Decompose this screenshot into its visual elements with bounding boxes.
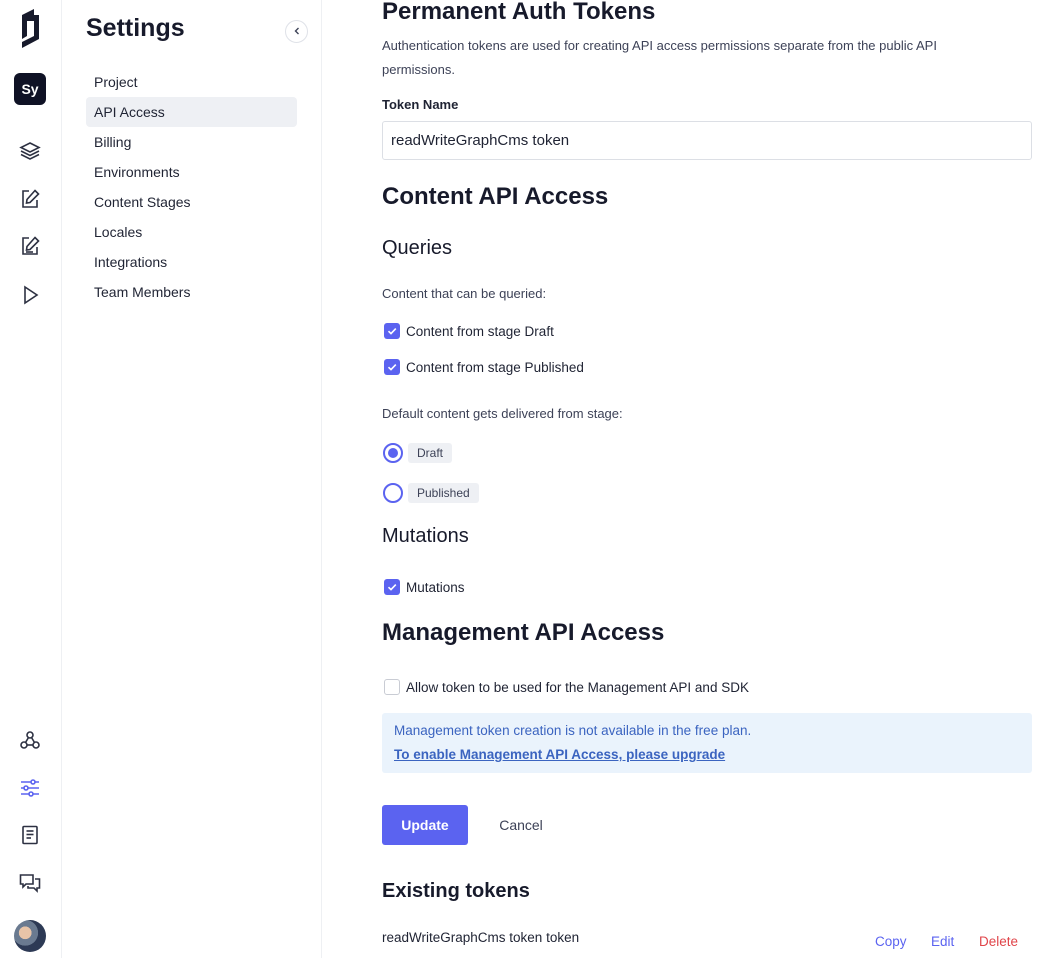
delete-token-button[interactable]: Delete (979, 934, 1018, 949)
update-button[interactable]: Update (382, 805, 468, 845)
copy-token-button[interactable]: Copy (875, 934, 907, 949)
checkbox-checked-icon (384, 359, 400, 375)
content-edit-alt-icon[interactable] (16, 232, 44, 260)
queries-heading: Queries (382, 237, 453, 259)
user-avatar[interactable] (14, 920, 46, 952)
token-name-label: Token Name (382, 97, 459, 112)
settings-nav: Project API Access Billing Environments … (86, 67, 297, 307)
sidebar-title: Settings (86, 14, 185, 42)
icon-rail: Sy (0, 0, 62, 958)
sidebar-item-team-members[interactable]: Team Members (86, 277, 297, 307)
page-description: Authentication tokens are used for creat… (382, 38, 937, 77)
sidebar-item-integrations[interactable]: Integrations (86, 247, 297, 277)
sidebar-item-billing[interactable]: Billing (86, 127, 297, 157)
edit-token-button[interactable]: Edit (931, 934, 954, 949)
checkbox-stage-published[interactable]: Content from stage Published (384, 358, 584, 376)
checkbox-checked-icon (384, 323, 400, 339)
mutations-heading: Mutations (382, 525, 469, 547)
token-row: readWriteGraphCms token token Copy Edit … (382, 928, 1032, 956)
content-edit-icon[interactable] (16, 185, 44, 213)
sidebar-item-api-access[interactable]: API Access (86, 97, 297, 127)
sidebar-item-locales[interactable]: Locales (86, 217, 297, 247)
checkbox-label: Mutations (406, 579, 465, 595)
token-name: readWriteGraphCms token token (382, 930, 580, 945)
chat-icon[interactable] (16, 869, 44, 897)
checkbox-label: Content from stage Draft (406, 323, 554, 339)
webhooks-icon[interactable] (16, 726, 44, 754)
checkbox-label: Content from stage Published (406, 359, 584, 375)
playground-icon[interactable] (16, 281, 44, 309)
checkbox-checked-icon (384, 579, 400, 595)
collapse-sidebar-button[interactable] (285, 20, 308, 43)
radio-label: Published (408, 483, 479, 503)
management-api-heading: Management API Access (382, 619, 665, 646)
checkbox-management-api[interactable]: Allow token to be used for the Managemen… (384, 678, 749, 696)
radio-stage-draft[interactable]: Draft (383, 443, 453, 463)
checkbox-unchecked-icon (384, 679, 400, 695)
queries-label: Content that can be queried: (382, 286, 547, 301)
existing-tokens-heading: Existing tokens (382, 880, 530, 902)
checkbox-stage-draft[interactable]: Content from stage Draft (384, 322, 554, 340)
cancel-button[interactable]: Cancel (480, 805, 562, 845)
chevron-left-icon (292, 23, 302, 41)
schema-layers-icon[interactable] (16, 137, 44, 165)
sidebar-item-project[interactable]: Project (86, 67, 297, 97)
settings-sidebar: Settings Project API Access Billing Envi… (62, 0, 322, 958)
logo-icon[interactable] (16, 8, 44, 50)
docs-book-icon[interactable] (16, 821, 44, 849)
checkbox-mutations[interactable]: Mutations (384, 578, 465, 596)
sidebar-item-content-stages[interactable]: Content Stages (86, 187, 297, 217)
project-badge[interactable]: Sy (14, 73, 46, 105)
upgrade-link[interactable]: To enable Management API Access, please … (394, 746, 725, 764)
upgrade-notice: Management token creation is not availab… (382, 713, 1032, 773)
page-title: Permanent Auth Tokens (382, 0, 656, 25)
token-name-input[interactable] (382, 121, 1032, 160)
checkbox-label: Allow token to be used for the Managemen… (406, 679, 749, 695)
radio-label: Draft (408, 443, 453, 463)
radio-stage-published[interactable]: Published (383, 483, 479, 503)
content-api-heading: Content API Access (382, 183, 609, 210)
default-stage-label: Default content gets delivered from stag… (382, 406, 623, 421)
sidebar-item-environments[interactable]: Environments (86, 157, 297, 187)
settings-sliders-icon[interactable] (16, 774, 44, 802)
radio-unselected-icon (383, 483, 403, 503)
notice-text: Management token creation is not availab… (394, 723, 752, 738)
radio-selected-icon (383, 443, 403, 463)
